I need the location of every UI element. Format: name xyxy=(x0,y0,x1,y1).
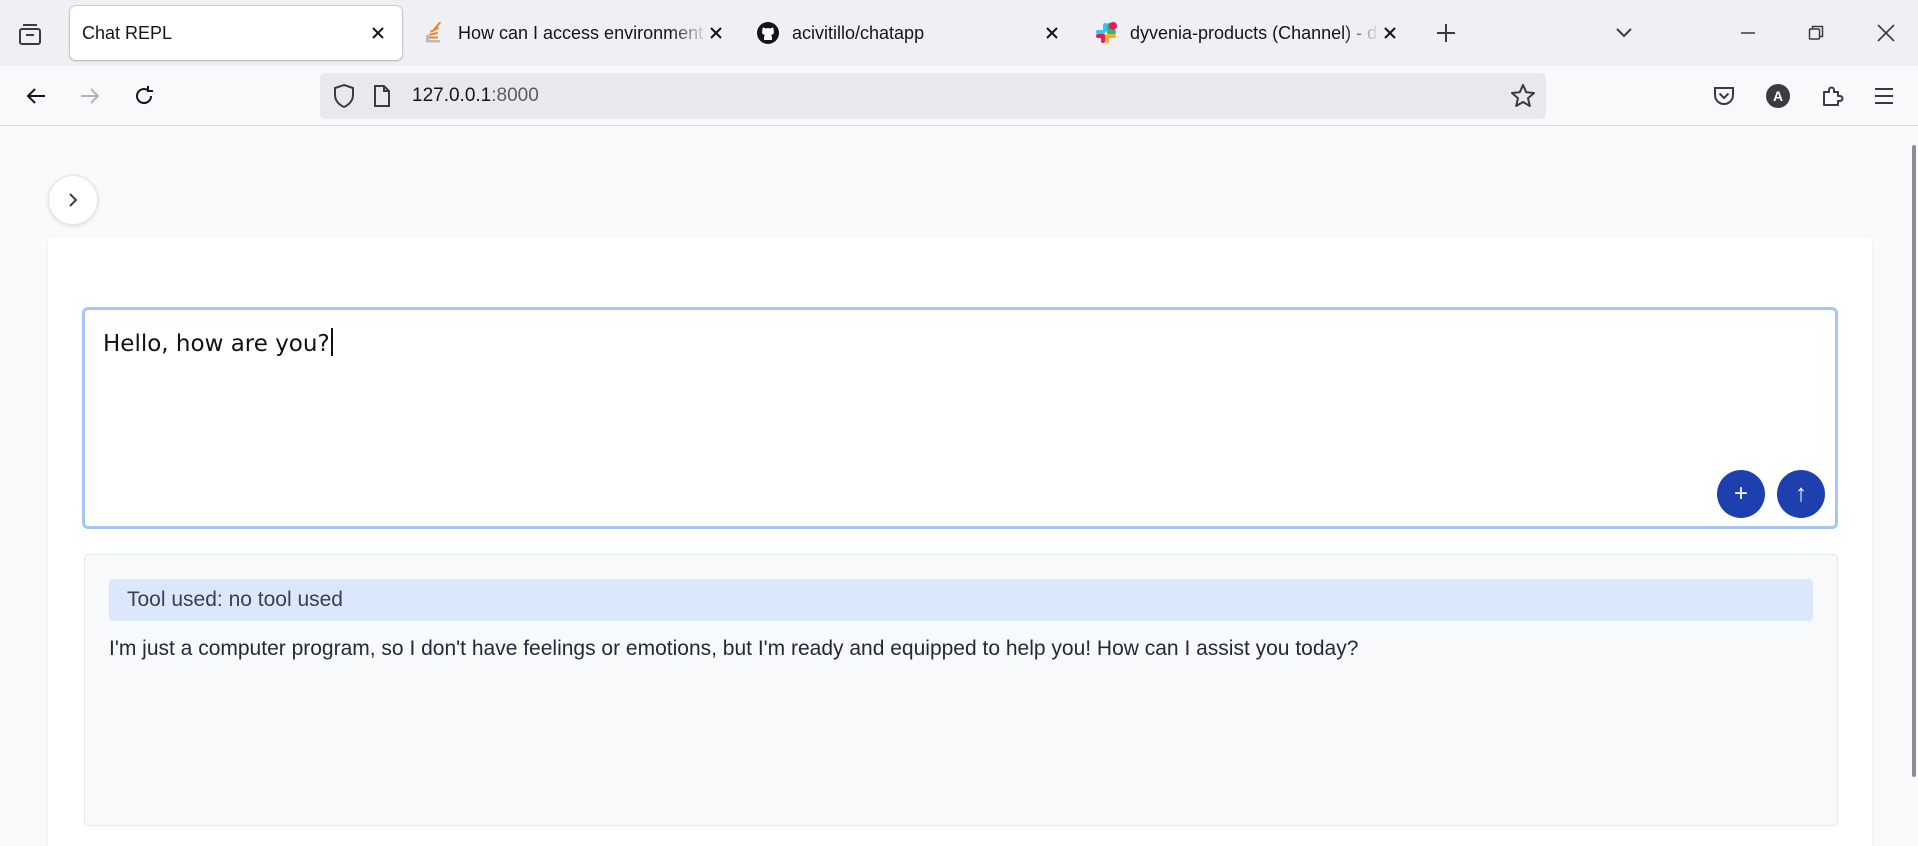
tab-title: How can I access environment v xyxy=(458,22,708,43)
vertical-scrollbar[interactable] xyxy=(1912,145,1916,777)
tool-used-badge: Tool used: no tool used xyxy=(109,579,1813,621)
plus-icon xyxy=(1437,24,1455,42)
prompt-textarea[interactable]: Hello, how are you? + ↑ xyxy=(82,307,1838,529)
url-host: 127.0.0.1 xyxy=(412,85,492,106)
tab-title: acivitillo/chatapp xyxy=(792,22,925,43)
close-window-button[interactable] xyxy=(1872,19,1900,47)
arrow-left-icon xyxy=(26,88,45,104)
app-menu-button[interactable] xyxy=(1868,80,1900,112)
close-icon xyxy=(1877,24,1895,42)
prompt-value: Hello, how are you? xyxy=(103,331,330,357)
response-card: Tool used: no tool used I'm just a compu… xyxy=(84,554,1838,826)
close-tab-icon[interactable] xyxy=(1040,21,1064,45)
shield-icon[interactable] xyxy=(332,83,356,114)
minimize-icon xyxy=(1741,32,1755,34)
tab-title: Chat REPL xyxy=(82,22,173,43)
stackoverflow-icon xyxy=(422,21,446,45)
puzzle-icon xyxy=(1823,86,1844,106)
page-viewport: Hello, how are you? + ↑ Tool used: no to… xyxy=(0,127,1918,846)
assistant-answer: I'm just a computer program, so I don't … xyxy=(109,637,1359,660)
tab-title: dyvenia-products (Channel) - dy xyxy=(1130,22,1380,43)
arrow-up-icon: ↑ xyxy=(1795,480,1807,507)
restore-icon xyxy=(1808,25,1824,40)
address-bar[interactable]: 127.0.0.1:8000 xyxy=(320,73,1546,119)
page-icon[interactable] xyxy=(372,84,392,113)
extensions-button[interactable] xyxy=(1816,80,1848,112)
pocket-icon xyxy=(1714,87,1734,105)
close-tab-icon[interactable] xyxy=(1378,21,1402,45)
url-text[interactable]: 127.0.0.1:8000 xyxy=(412,85,539,107)
arrow-right-icon xyxy=(81,88,100,104)
bookmark-star-icon[interactable] xyxy=(1510,83,1536,114)
pocket-button[interactable] xyxy=(1708,80,1740,112)
chevron-down-icon xyxy=(1616,28,1632,38)
github-icon xyxy=(756,21,780,45)
chevron-right-icon xyxy=(69,193,78,207)
tab-overview-icon xyxy=(19,24,41,45)
back-button[interactable] xyxy=(20,80,52,112)
new-tab-button[interactable] xyxy=(1432,19,1460,47)
forward-button[interactable] xyxy=(74,80,106,112)
tab-overview-button[interactable] xyxy=(14,18,46,50)
avatar: A xyxy=(1766,84,1790,108)
prompt-text: Hello, how are you? xyxy=(103,328,333,357)
navigation-toolbar: 127.0.0.1:8000 A xyxy=(0,66,1918,126)
sidebar-toggle-button[interactable] xyxy=(48,175,98,225)
chat-panel: Hello, how are you? + ↑ Tool used: no to… xyxy=(48,237,1872,846)
avatar-initial: A xyxy=(1772,88,1784,104)
tab-chat-repl[interactable]: Chat REPL xyxy=(70,6,402,60)
minimize-button[interactable] xyxy=(1734,19,1762,47)
tab-github[interactable]: acivitillo/chatapp xyxy=(754,6,1064,60)
tab-stackoverflow[interactable]: How can I access environment v xyxy=(418,6,728,60)
account-button[interactable]: A xyxy=(1762,80,1794,112)
reload-icon xyxy=(136,86,153,105)
send-button[interactable]: ↑ xyxy=(1777,470,1825,518)
close-tab-icon[interactable] xyxy=(704,21,728,45)
slack-icon xyxy=(1094,21,1118,45)
tab-slack[interactable]: dyvenia-products (Channel) - dy xyxy=(1094,6,1394,60)
reload-button[interactable] xyxy=(128,80,160,112)
text-caret xyxy=(330,328,333,356)
tab-bar: Chat REPL How can I access environment v… xyxy=(0,0,1918,66)
plus-icon: + xyxy=(1733,480,1748,507)
list-all-tabs-button[interactable] xyxy=(1610,19,1638,47)
attach-button[interactable]: + xyxy=(1717,470,1765,518)
restore-button[interactable] xyxy=(1802,19,1830,47)
hamburger-menu-icon xyxy=(1875,88,1893,104)
url-port: :8000 xyxy=(491,85,539,106)
close-tab-icon[interactable] xyxy=(366,21,390,45)
